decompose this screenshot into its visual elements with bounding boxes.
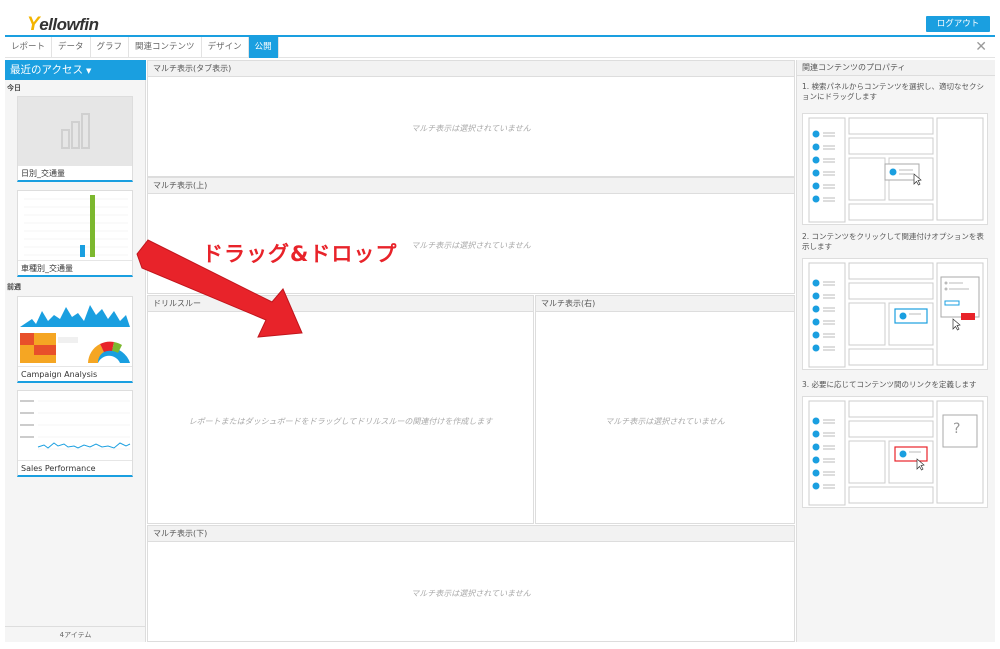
multi-display-right-panel[interactable]: マルチ表示(右) マルチ表示は選択されていません: [535, 295, 795, 524]
recent-access-sidebar: 最近のアクセス ▼ 今日 日別_交通量 車種別_交通量 前週 Campaign …: [5, 60, 146, 642]
line-chart-thumbnail: [18, 391, 132, 460]
panel-title: ドリルスルー: [148, 296, 533, 312]
tab-chart[interactable]: グラフ: [91, 37, 130, 58]
step-1-text: 1. 検索パネルからコンテンツを選択し、適切なセクションにドラッグします: [802, 82, 985, 101]
step-3-text: 3. 必要に応じてコンテンツ間のリンクを定義します: [802, 380, 977, 389]
bar-chart-thumbnail: [18, 191, 132, 260]
logout-button[interactable]: ログアウト: [926, 16, 990, 32]
drag-content-diagram: [802, 113, 988, 225]
panel-title: マルチ表示(上): [148, 178, 794, 194]
tab-data[interactable]: データ: [52, 37, 91, 58]
chevron-down-icon: ▼: [85, 67, 92, 75]
content-card[interactable]: 日別_交通量: [17, 96, 133, 182]
card-label: Sales Performance: [18, 460, 132, 475]
multi-display-tab-panel[interactable]: マルチ表示(タブ表示) マルチ表示は選択されていません: [147, 60, 795, 177]
tab-related-content[interactable]: 関連コンテンツ: [129, 37, 202, 58]
content-card[interactable]: Sales Performance: [17, 390, 133, 477]
content-card[interactable]: 車種別_交通量: [17, 190, 133, 277]
panel-title: マルチ表示(下): [148, 526, 794, 542]
define-links-diagram: ?: [802, 396, 988, 508]
tab-design[interactable]: デザイン: [202, 37, 249, 58]
panel-title: マルチ表示(右): [536, 296, 794, 312]
tab-publish[interactable]: 公開: [248, 37, 279, 58]
dashboard-thumbnail: [18, 297, 132, 366]
drill-through-panel[interactable]: ドリルスルー レポートまたはダッシュボードをドラッグしてドリルスルーの関連付けを…: [147, 295, 534, 524]
builder-tab-bar: レポート データ グラフ 関連コンテンツ デザイン 公開 ✕: [5, 37, 995, 58]
drag-drop-annotation: ドラッグ&ドロップ: [202, 242, 398, 266]
app-header: Yellowfin ログアウト: [5, 12, 995, 36]
yellowfin-logo[interactable]: Yellowfin: [27, 14, 99, 36]
section-today: 今日: [7, 84, 21, 92]
tab-report[interactable]: レポート: [5, 37, 53, 58]
card-label: 日別_交通量: [18, 165, 132, 180]
content-card[interactable]: Campaign Analysis: [17, 296, 133, 383]
card-label: 車種別_交通量: [18, 260, 132, 275]
card-label: Campaign Analysis: [18, 366, 132, 381]
multi-display-bottom-panel[interactable]: マルチ表示(下) マルチ表示は選択されていません: [147, 525, 795, 642]
empty-message: マルチ表示は選択されていません: [411, 589, 531, 598]
item-count: 4アイテム: [5, 626, 146, 642]
step-2-text: 2. コンテンツをクリックして関連付けオプションを表示します: [802, 232, 984, 251]
empty-message: マルチ表示は選択されていません: [605, 417, 725, 426]
empty-message: マルチ表示は選択されていません: [411, 124, 531, 133]
drill-instruction: レポートまたはダッシュボードをドラッグしてドリルスルーの関連付けを作成します: [188, 417, 493, 426]
close-icon[interactable]: ✕: [975, 39, 987, 55]
related-content-properties-panel: 関連コンテンツのプロパティ 1. 検索パネルからコンテンツを選択し、適切なセクシ…: [796, 60, 995, 642]
section-last-week: 前週: [7, 283, 21, 291]
recent-access-dropdown[interactable]: 最近のアクセス ▼: [5, 60, 146, 80]
properties-title: 関連コンテンツのプロパティ: [797, 60, 995, 76]
question-mark-icon: ?: [953, 421, 961, 437]
multi-display-top-panel[interactable]: マルチ表示(上) マルチ表示は選択されていません: [147, 177, 795, 294]
panel-title: マルチ表示(タブ表示): [148, 61, 794, 77]
chart-placeholder-icon: [18, 97, 132, 165]
link-options-diagram: [802, 258, 988, 370]
